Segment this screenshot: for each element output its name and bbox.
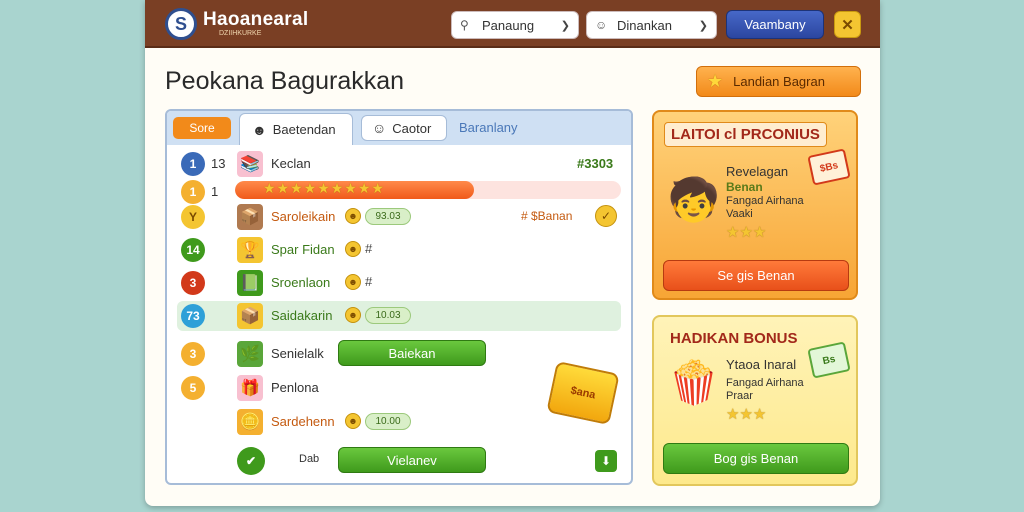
character-avatar: 🧒 (667, 175, 721, 223)
box-icon: 📦 (237, 303, 263, 329)
item-name: Senielalk (271, 346, 324, 361)
bonus-title: HADIKAN BONUS (670, 330, 798, 347)
claim-button[interactable]: Baiekan (338, 340, 486, 366)
chevron-down-icon: ❯ (560, 19, 570, 32)
bonus-card-2: HADIKAN BONUS 🍿 Ytaoa Inaral Fangad Airh… (652, 315, 858, 486)
dropdown-label: Panaung (482, 17, 535, 33)
top-bar: S Haoanearal DZIIHKURKE ⚲ Panaung ❯ ☺ Di… (145, 0, 880, 48)
rating-stars: ★★★ (726, 224, 767, 241)
item-label: Dab (299, 453, 320, 465)
rank-badge: 3 (181, 342, 205, 366)
bonus-cta-button[interactable]: Se gis Benan (663, 260, 849, 291)
item-name: Saidakarin (271, 308, 333, 323)
coin-icon: ☻ (345, 274, 361, 290)
person-icon: ☺ (372, 120, 387, 136)
dropdown-dinankan[interactable]: ☺ Dinankan ❯ (586, 11, 717, 39)
item-name: Sardehenn (271, 414, 335, 429)
list-item[interactable]: 🪙 Sardehenn ☻ 10.00 (167, 407, 631, 437)
rank-badge: 3 (181, 271, 205, 295)
app-frame: S Haoanearal DZIIHKURKE ⚲ Panaung ❯ ☺ Di… (145, 0, 880, 506)
score-pill: 93.03 (365, 208, 411, 225)
book-icon: 📗 (237, 270, 263, 296)
list-item[interactable]: Y 📦 Saroleikain ☻ 93.03 # $Banan ✓ (167, 202, 631, 232)
tab-secondary[interactable]: ☺ Caotor (361, 115, 447, 141)
tab-link[interactable]: Baranlany (459, 120, 518, 135)
list-item[interactable]: 5 🎁 Penlona (167, 373, 631, 403)
logo-icon: S (165, 8, 197, 40)
rank-value: 1 (211, 184, 219, 199)
person-icon: ☻ (252, 121, 267, 138)
bonus-card-1: LAITOI cl PRCONIUS 🧒 Revelagan Benan Fan… (652, 110, 858, 300)
coin-icon: ☻ (345, 413, 361, 429)
score-pill: 10.00 (365, 413, 411, 430)
app-subtitle: DZIIHKURKE (219, 30, 262, 37)
rating-stars: ★★★ (726, 406, 767, 423)
coin-icon: ☻ (345, 208, 361, 224)
page-title: Peokana Bagurakkan (165, 67, 405, 95)
tab-label: Baetendan (272, 122, 336, 137)
bonus-item-desc: Fangad Airhana Praar (726, 377, 804, 402)
item-name: Keclan (271, 156, 311, 171)
score-hash: # (365, 274, 373, 289)
score-hash: # (365, 241, 373, 256)
coin-icon: ☻ (345, 307, 361, 323)
star-icon: ★ (707, 71, 724, 91)
rank-value: 13 (211, 156, 226, 171)
bonus-item-title: Ytaoa Inaral (726, 357, 797, 372)
list-item[interactable]: 1 13 📚 Keclan #3303 (167, 149, 631, 179)
tab-active[interactable]: ☻ Baetendan (239, 113, 353, 145)
user-icon: ☺ (595, 18, 608, 32)
list-item[interactable]: 3 📗 Sroenlaon ☻ # (167, 268, 631, 298)
chest-icon: 📦 (237, 204, 263, 230)
leaderboard-button[interactable]: ★ Landian Bagran (696, 66, 861, 97)
app-title: Haoanearal (203, 9, 309, 30)
item-name: Sroenlaon (271, 275, 331, 290)
leaderboard-panel: Sore ☻ Baetendan ☺ Caotor Baranlany 1 13… (165, 109, 633, 485)
leaf-icon: 🌿 (237, 341, 263, 367)
dropdown-label: Dinankan (617, 17, 672, 33)
bonus-title: LAITOI cl PRCONIUS (664, 122, 827, 147)
gift-icon: 🎁 (237, 375, 263, 401)
coins-icon: 🪙 (237, 409, 263, 435)
tab-sort[interactable]: Sore (173, 117, 231, 139)
rank-badge: 5 (181, 376, 205, 400)
coin-icon: ☻ (345, 241, 361, 257)
price-tag-icon: Bs (807, 341, 851, 379)
score-pill: 10.03 (365, 307, 411, 324)
bonus-item-sub: Benan (726, 180, 763, 194)
item-name: Spar Fidan (271, 242, 335, 257)
download-icon[interactable]: ⬇ (595, 450, 617, 472)
rank-badge: 14 (181, 238, 205, 262)
price-tag-icon: $Bs (807, 148, 851, 186)
rating-stars: ★★★★★★★★★ (263, 180, 385, 196)
action-button[interactable]: Vielanev (338, 447, 486, 473)
dropdown-panaung[interactable]: ⚲ Panaung ❯ (451, 11, 579, 39)
panel-tab-bar: Sore ☻ Baetendan ☺ Caotor Baranlany (167, 111, 631, 145)
rank-badge: 1 (181, 180, 205, 204)
check-icon: ✔ (237, 447, 265, 475)
popcorn-icon: 🍿 (667, 358, 721, 406)
close-icon[interactable]: ✕ (834, 11, 861, 38)
rank-badge: 73 (181, 304, 205, 328)
rank-badge: 1 (181, 152, 205, 176)
trophy-icon: 🏆 (237, 237, 263, 263)
bonus-item-desc: Fangad Airhana Vaaki (726, 195, 804, 220)
books-icon: 📚 (237, 151, 263, 177)
primary-button[interactable]: Vaambany (726, 10, 824, 39)
check-coin-icon[interactable]: ✓ (595, 205, 617, 227)
rank-badge: Y (181, 205, 205, 229)
list-item[interactable]: 14 🏆 Spar Fidan ☻ # (167, 235, 631, 265)
leaderboard-button-label: Landian Bagran (733, 74, 825, 89)
tab-label: Caotor (392, 120, 432, 136)
top-score: #3303 (577, 156, 614, 171)
bonus-cta-button[interactable]: Bog gis Benan (663, 443, 849, 474)
list-item-highlighted[interactable]: 73 📦 Saidakarin ☻ 10.03 (177, 301, 621, 331)
reward-label: # $Banan (521, 209, 573, 223)
item-name: Penlona (271, 380, 319, 395)
chevron-down-icon: ❯ (698, 19, 708, 32)
item-name: Saroleikain (271, 209, 336, 224)
list-item[interactable]: ✔ Dab Vielanev ⬇ (167, 446, 631, 476)
search-icon: ⚲ (460, 18, 469, 32)
bonus-item-title: Revelagan (726, 164, 789, 179)
